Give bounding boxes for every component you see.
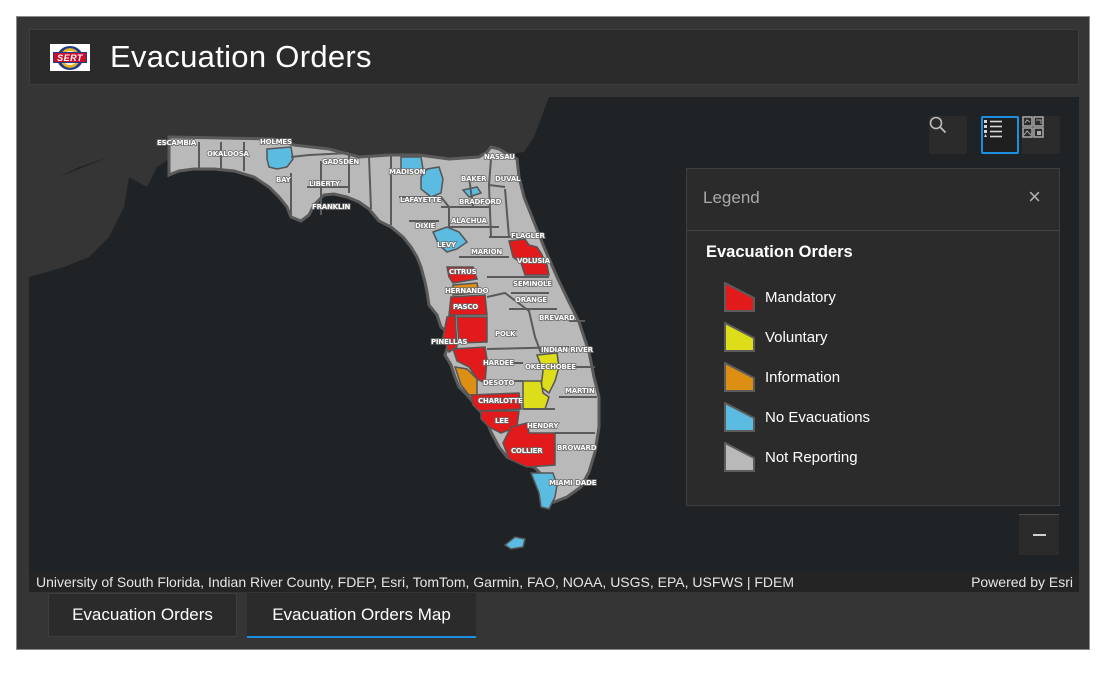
legend-label: No Evacuations — [765, 408, 871, 426]
county-label: DESOTO — [483, 379, 514, 387]
county-label: ORANGE — [515, 296, 547, 304]
logo-badge-icon: SERT — [53, 45, 87, 70]
county-label: MIAMI-DADE — [549, 479, 597, 487]
county-label: VOLUSIA — [517, 257, 551, 265]
dashboard-header: SERT Evacuation Orders — [29, 29, 1079, 85]
tab-evacuation-orders-map[interactable]: Evacuation Orders Map — [247, 593, 476, 638]
search-icon — [929, 116, 947, 134]
county-label: CITRUS — [449, 268, 477, 276]
county-label: INDIAN RIVER — [541, 346, 594, 354]
legend-item-mandatory: Mandatory — [724, 282, 836, 312]
legend-item-voluntary: Voluntary — [724, 322, 828, 352]
county-label: MARION — [471, 248, 502, 256]
map-view[interactable]: ESCAMBIA OKALOOSA HOLMES BAY GADSDEN LIB… — [29, 97, 1079, 592]
sert-logo: SERT — [50, 44, 90, 71]
county-label: ALACHUA — [451, 217, 488, 225]
county-label: LEE — [495, 417, 509, 425]
basemap-gallery-button[interactable] — [1022, 116, 1060, 154]
legend-label: Not Reporting — [765, 448, 858, 466]
county-label: HARDEE — [483, 359, 514, 367]
legend-header: Legend × — [687, 169, 1059, 231]
tab-evacuation-orders[interactable]: Evacuation Orders — [48, 593, 237, 637]
search-button[interactable] — [929, 116, 967, 154]
county-label: ESCAMBIA — [157, 139, 197, 147]
county-label: CHARLOTTE — [478, 397, 523, 405]
county-keys — [503, 536, 526, 550]
swatch-no-evacuations-icon — [724, 402, 755, 432]
swatch-voluntary-icon — [724, 322, 755, 352]
county-label: HERNANDO — [445, 287, 489, 295]
swatch-information-icon — [724, 362, 755, 392]
county-label: SEMINOLE — [513, 280, 552, 288]
county-label: NASSAU — [484, 153, 515, 161]
swatch-not-reporting-icon — [724, 442, 755, 472]
map-attribution: University of South Florida, Indian Rive… — [29, 572, 1079, 592]
dashboard-frame: SERT Evacuation Orders ESCAMBIA OKALOOSA… — [16, 16, 1090, 650]
zoom-out-button[interactable] — [1019, 514, 1059, 555]
county-label: DIXIE — [415, 222, 436, 230]
legend-title: Legend — [703, 188, 760, 207]
page-title: Evacuation Orders — [110, 39, 372, 74]
county-label: POLK — [495, 330, 516, 338]
county-label: FRANKLIN — [312, 203, 351, 211]
legend-panel: Legend × Evacuation Orders Mandatory Vol… — [686, 168, 1060, 506]
county-label: BROWARD — [557, 444, 597, 452]
county-label: PINELLAS — [431, 338, 467, 346]
powered-by-esri-link[interactable]: Powered by Esri — [971, 573, 1073, 591]
county-label: PASCO — [453, 303, 478, 311]
county-label: BAY — [276, 176, 292, 184]
legend-label: Information — [765, 368, 841, 386]
minus-icon — [1032, 534, 1046, 536]
county-label: LIBERTY — [309, 180, 341, 188]
county-label: LAFAYETTE — [400, 196, 442, 204]
county-label: OKALOOSA — [207, 150, 250, 158]
legend-item-not-reporting: Not Reporting — [724, 442, 858, 472]
county-label: BREVARD — [539, 314, 575, 322]
county-label: BAKER — [461, 175, 487, 183]
county-label: GADSDEN — [322, 158, 359, 166]
attribution-text: University of South Florida, Indian Rive… — [36, 574, 795, 590]
county-label: MARTIN — [565, 387, 595, 395]
basemap-gallery-icon — [1022, 116, 1044, 138]
county-label: FLAGLER — [511, 232, 545, 240]
legend-layer-title: Evacuation Orders — [706, 243, 853, 261]
county-label: MADISON — [389, 168, 426, 176]
legend-item-no-evacuations: No Evacuations — [724, 402, 870, 432]
close-icon[interactable]: × — [1028, 185, 1041, 209]
county-label: HOLMES — [260, 138, 292, 146]
legend-label: Mandatory — [765, 288, 836, 306]
county-label: HENDRY — [527, 422, 559, 430]
legend-list-icon — [984, 120, 1002, 138]
county-label: BRADFORD — [459, 198, 502, 206]
county-label: COLLIER — [511, 447, 543, 455]
county-label: LEVY — [437, 241, 457, 249]
logo-text: SERT — [53, 51, 87, 63]
legend-toggle-button[interactable] — [981, 116, 1019, 154]
county-label: DUVAL — [495, 175, 521, 183]
legend-item-information: Information — [724, 362, 840, 392]
county-label: OKEECHOBEE — [525, 363, 576, 371]
legend-label: Voluntary — [765, 328, 828, 346]
swatch-mandatory-icon — [724, 282, 755, 312]
